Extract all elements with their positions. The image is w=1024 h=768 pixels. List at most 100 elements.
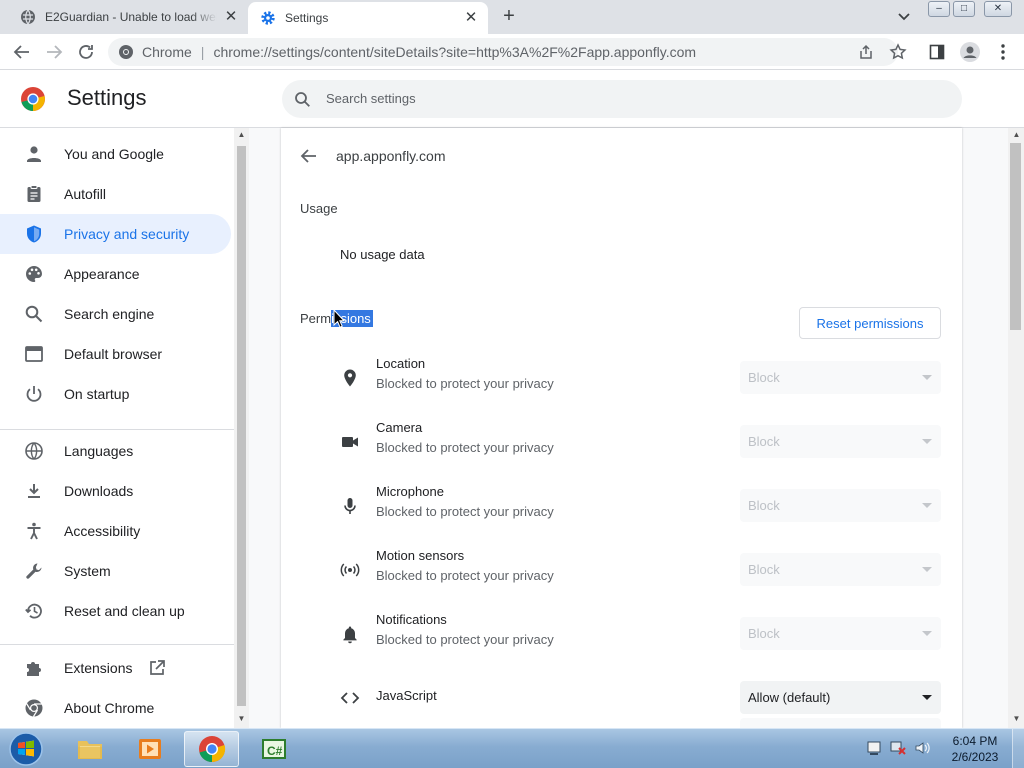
sidebar-item-default-browser[interactable]: Default browser [0,334,231,374]
show-desktop-button[interactable] [1012,729,1024,768]
person-icon [27,146,41,162]
usage-value: No usage data [340,247,425,262]
mouse-cursor-icon [333,309,345,328]
select-value: Allow (default) [748,690,831,705]
sidebar-item-on-startup[interactable]: On startup [0,374,231,414]
usage-heading: Usage [300,201,338,216]
tab-settings[interactable]: Settings ✕ [248,2,488,34]
sidebar-item-label: On startup [64,386,130,402]
dropdown-arrow-icon [922,631,932,636]
taskbar-media-player[interactable] [122,731,177,767]
sidebar-item-autofill[interactable]: Autofill [0,174,231,214]
motion-sensors-icon [340,563,360,577]
clock-date: 2/6/2023 [951,750,999,764]
tab-search-chevron-icon[interactable] [896,9,912,25]
address-bar[interactable]: Chrome | chrome://settings/content/siteD… [108,38,898,66]
search-icon [25,305,43,323]
taskbar-clock[interactable]: 6:04 PM 2/6/2023 [942,733,1008,765]
permission-name: JavaScript [376,688,437,703]
taskbar-chrome[interactable] [184,731,239,767]
sidebar-divider [0,429,234,430]
permission-row-camera: Camera Blocked to protect your privacy B… [281,410,962,474]
url-text[interactable]: chrome://settings/content/siteDetails?si… [213,44,696,60]
sidebar-item-reset-and-clean-up[interactable]: Reset and clean up [0,591,231,631]
sidebar-scroll-thumb[interactable] [237,146,246,706]
page-title: Settings [67,85,147,110]
permission-description: Blocked to protect your privacy [376,632,554,647]
sidebar-item-privacy-and-security[interactable]: Privacy and security [0,214,231,254]
sidebar-item-label: Autofill [64,186,107,202]
permission-name: Notifications [376,612,447,627]
new-tab-button[interactable]: + [498,6,520,28]
close-window-button[interactable]: ✕ [984,1,1012,17]
scroll-down-icon[interactable]: ▼ [234,712,249,726]
scroll-down-icon[interactable]: ▼ [1009,712,1024,726]
maximize-button[interactable]: □ [953,1,975,17]
action-center-icon[interactable] [866,740,882,756]
sidebar-item-downloads[interactable]: Downloads [0,471,231,511]
sidebar-item-search-engine[interactable]: Search engine [0,294,231,334]
minimize-button[interactable]: – [928,1,950,17]
bookmark-star-icon[interactable] [889,43,907,61]
taskbar-file-explorer[interactable] [62,731,117,767]
globe-favicon-icon [21,9,35,25]
sidebar-item-label: System [64,563,111,579]
chrome-site-icon [119,45,133,59]
tab-close-icon[interactable]: ✕ [224,9,238,24]
share-icon[interactable] [858,44,874,60]
reset-permissions-button[interactable]: Reset permissions [799,307,941,339]
sidebar-item-extensions[interactable]: Extensions [0,648,231,688]
site-details-card: app.apponfly.com Usage No usage data Per… [281,128,962,738]
permission-select-notifications: Block [740,617,941,650]
forward-arrow-icon[interactable] [44,42,64,62]
back-arrow-icon[interactable] [299,146,319,166]
shield-icon [27,225,41,243]
sidebar-item-you-and-google[interactable]: You and Google [0,134,231,174]
network-disconnected-icon[interactable] [890,740,906,756]
permission-description: Blocked to protect your privacy [376,568,554,583]
permission-select-motion-sensors: Block [740,553,941,586]
select-value: Block [748,498,780,513]
clipboard-icon [27,185,41,202]
reload-icon[interactable] [76,42,96,62]
accessibility-icon [27,522,41,540]
url-separator: | [200,44,205,60]
sidebar-item-about-chrome[interactable]: About Chrome [0,688,231,728]
sidebar-item-label: Appearance [64,266,140,282]
windows-start-icon[interactable] [6,731,46,767]
tab-title: Settings [285,11,329,25]
microphone-icon [344,498,356,514]
sidebar-item-languages[interactable]: Languages [0,431,231,471]
sidebar-item-label: About Chrome [64,700,155,716]
search-icon [295,92,310,107]
taskbar-csharp-editor[interactable]: C# [246,731,301,767]
sidebar-item-accessibility[interactable]: Accessibility [0,511,231,551]
volume-icon[interactable] [914,740,930,756]
settings-sidebar: You and Google Autofill Privacy and secu… [0,128,234,728]
main-scroll-thumb[interactable] [1010,143,1021,330]
more-menu-icon[interactable] [995,43,1011,61]
search-settings-input[interactable]: Search settings [282,80,962,118]
tab-close-icon[interactable]: ✕ [464,10,478,25]
profile-avatar-icon[interactable] [959,41,981,63]
scroll-up-icon[interactable]: ▲ [1009,128,1024,142]
permission-select-javascript[interactable]: Allow (default) [740,681,941,714]
tab-e2guardian[interactable]: E2Guardian - Unable to load web page ✕ [8,0,248,34]
select-value: Block [748,626,780,641]
permission-name: Microphone [376,484,444,499]
system-tray [862,737,942,761]
permissions-heading-text: Perm [300,311,332,326]
scroll-up-icon[interactable]: ▲ [234,128,249,142]
dropdown-arrow-icon [922,375,932,380]
dropdown-arrow-icon [922,695,932,700]
side-panel-icon[interactable] [929,44,945,60]
sidebar-item-appearance[interactable]: Appearance [0,254,231,294]
sidebar-item-label: Privacy and security [64,226,190,242]
settings-header: Settings Search settings [0,70,1024,128]
select-value: Block [748,370,780,385]
puzzle-icon [27,662,41,676]
permission-row-motion-sensors: Motion sensors Blocked to protect your p… [281,538,962,602]
sidebar-item-system[interactable]: System [0,551,231,591]
back-arrow-icon[interactable] [12,42,32,62]
permission-select-camera: Block [740,425,941,458]
